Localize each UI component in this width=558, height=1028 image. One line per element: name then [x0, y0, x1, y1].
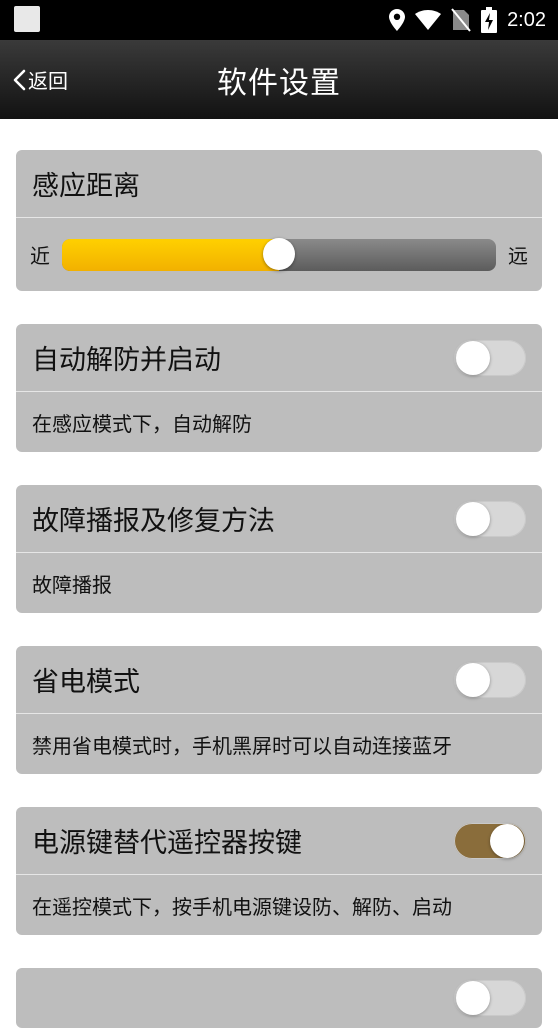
sensing-distance-title: 感应距离 — [16, 150, 542, 218]
setting-card-power-saving: 省电模式 禁用省电模式时，手机黑屏时可以自动连接蓝牙 — [16, 646, 542, 774]
sensing-distance-card: 感应距离 近 远 — [16, 150, 542, 291]
setting-card-auto-disarm: 自动解防并启动 在感应模式下，自动解防 — [16, 324, 542, 452]
slider-thumb[interactable] — [263, 237, 295, 270]
toggle-knob — [456, 663, 490, 697]
toggle-knob — [456, 502, 490, 536]
power-key-remote-toggle[interactable] — [454, 823, 526, 859]
partial-setting-toggle[interactable] — [454, 980, 526, 1016]
title-bar: 返回 软件设置 — [0, 40, 558, 119]
wifi-icon — [415, 10, 442, 30]
status-icons: 2:02 — [389, 0, 546, 40]
setting-card-partial — [16, 968, 542, 1028]
power-saving-toggle[interactable] — [454, 662, 526, 698]
notification-icon — [14, 6, 40, 32]
toggle-knob — [456, 981, 490, 1015]
sensing-distance-slider-row: 近 远 — [16, 218, 542, 291]
sensing-distance-slider[interactable] — [62, 237, 496, 271]
setting-card-power-key-remote: 电源键替代遥控器按键 在遥控模式下，按手机电源键设防、解防、启动 — [16, 807, 542, 935]
toggle-knob — [490, 824, 524, 858]
battery-charging-icon — [481, 7, 498, 33]
setting-description: 在感应模式下，自动解防 — [32, 411, 252, 436]
page-title: 软件设置 — [217, 65, 341, 101]
slider-far-label: 远 — [508, 244, 528, 268]
setting-card-fault-report: 故障播报及修复方法 故障播报 — [16, 485, 542, 613]
no-sim-icon — [451, 8, 471, 32]
status-bar: 2:02 — [0, 0, 558, 40]
toggle-knob — [456, 341, 490, 375]
location-icon — [389, 9, 406, 31]
setting-description: 故障播报 — [32, 572, 112, 597]
slider-near-label: 近 — [30, 244, 50, 268]
fault-report-toggle[interactable] — [454, 501, 526, 537]
slider-fill — [62, 238, 279, 271]
auto-disarm-toggle[interactable] — [454, 340, 526, 376]
status-time: 2:02 — [507, 8, 546, 31]
setting-description: 禁用省电模式时，手机黑屏时可以自动连接蓝牙 — [32, 733, 452, 758]
setting-description: 在遥控模式下，按手机电源键设防、解防、启动 — [32, 894, 452, 919]
